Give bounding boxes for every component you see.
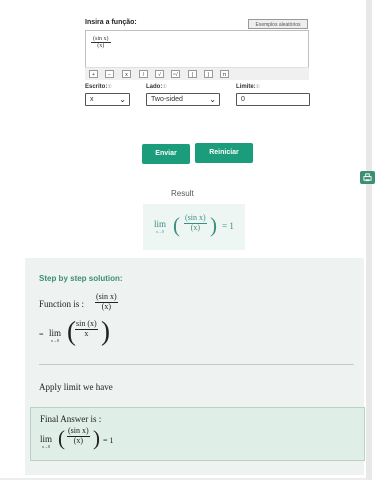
- final-answer-box: Final Answer is : lim x→0 ( (sin x) (x) …: [30, 407, 365, 461]
- result-equals: = 1: [222, 221, 234, 231]
- chevron-down-icon: ⌄: [119, 95, 126, 104]
- final-fraction: (sin x) (x): [67, 426, 90, 446]
- submit-button[interactable]: Enviar: [142, 144, 190, 164]
- variable-select-value: x: [90, 96, 94, 103]
- result-fraction: (sin x) (x): [184, 213, 207, 233]
- final-denominator: (x): [73, 435, 83, 445]
- divide-button[interactable]: /: [139, 70, 148, 78]
- sqrt-button[interactable]: √: [155, 70, 164, 78]
- function-denominator: (x): [97, 43, 105, 49]
- function-is-label: Function is :: [39, 299, 85, 309]
- step1-denominator: (x): [101, 301, 111, 311]
- help-icon[interactable]: ①: [256, 84, 260, 90]
- reset-button[interactable]: Reiniciar: [195, 143, 253, 163]
- limit-input[interactable]: 0: [236, 93, 310, 106]
- left-paren: (: [173, 213, 180, 237]
- side-select[interactable]: Two-sided ⌄: [146, 93, 220, 106]
- pi-button[interactable]: π: [220, 70, 229, 78]
- function-fraction: (sin x) (x): [91, 36, 111, 49]
- right-paren: ): [210, 213, 217, 237]
- apply-limit-text: Apply limit we have: [39, 382, 113, 392]
- limit-label: Limite:①: [236, 84, 261, 90]
- step1-fraction: (sin x) (x): [95, 292, 118, 312]
- math-toolbar: + − x / √ ⁿ√ ( ) π: [85, 67, 309, 80]
- step2-equals: =: [39, 330, 44, 339]
- result-expression: lim x→0 ( (sin x) (x) ) = 1: [143, 204, 245, 250]
- steps-panel: Step by step solution: Function is : (si…: [25, 258, 365, 475]
- final-equals: = 1: [103, 436, 114, 445]
- close-paren-button[interactable]: ): [204, 70, 213, 78]
- step2-denominator: x: [84, 328, 89, 338]
- print-button[interactable]: [360, 171, 375, 184]
- print-icon: [363, 173, 372, 182]
- function-numerator: (sin x): [91, 36, 111, 43]
- chevron-down-icon: ⌄: [209, 95, 216, 104]
- limit-input-value: 0: [241, 96, 245, 103]
- random-examples-button[interactable]: Exemplos aleatórios: [248, 19, 308, 29]
- variable-button[interactable]: x: [122, 70, 131, 78]
- result-denominator: (x): [190, 222, 200, 232]
- function-label: Insira a função:: [85, 19, 137, 26]
- step2-limit: lim x→0: [49, 328, 62, 343]
- side-label: Lado:①: [146, 84, 167, 90]
- open-paren-button[interactable]: (: [188, 70, 197, 78]
- right-paren: ): [93, 426, 100, 450]
- final-limit: lim x→0: [40, 434, 53, 449]
- help-icon[interactable]: ①: [107, 84, 111, 90]
- divider: [39, 364, 354, 365]
- right-paren: ): [101, 316, 110, 346]
- result-title: Result: [171, 189, 194, 198]
- help-icon[interactable]: ①: [162, 84, 166, 90]
- steps-title: Step by step solution:: [39, 274, 123, 283]
- variable-select[interactable]: x ⌄: [85, 93, 130, 106]
- side-select-value: Two-sided: [151, 96, 183, 103]
- step2-fraction: sin (x) x: [75, 319, 98, 339]
- left-paren: (: [58, 426, 65, 450]
- limit-operator: lim x→0: [154, 219, 167, 234]
- variable-label: Escrito:①: [85, 84, 112, 90]
- plus-button[interactable]: +: [89, 70, 98, 78]
- minus-button[interactable]: −: [105, 70, 114, 78]
- nth-root-button[interactable]: ⁿ√: [171, 70, 180, 78]
- final-answer-label: Final Answer is :: [40, 414, 102, 424]
